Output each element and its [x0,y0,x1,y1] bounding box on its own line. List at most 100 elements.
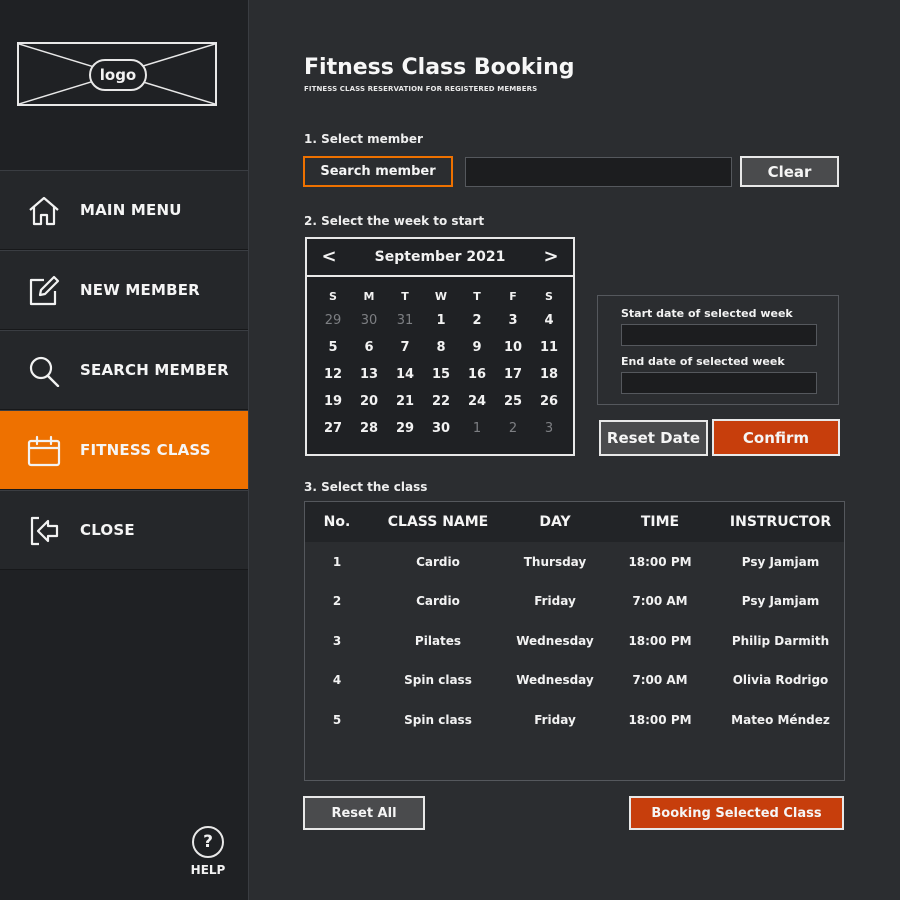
calendar-day[interactable]: 3 [495,313,531,328]
calendar-day[interactable]: 27 [315,421,351,436]
weekday-label: T [473,289,481,303]
calendar-day[interactable]: 19 [315,394,351,409]
calendar-week-row[interactable]: 5 6 7 8 9 10 11 [315,334,567,361]
calendar-day[interactable]: 1 [423,313,459,328]
sidebar-item-label: FITNESS CLASS [80,441,211,459]
sidebar-item-new-member[interactable]: NEW MEMBER [0,250,248,330]
table-cell: 1 [332,554,342,569]
sidebar-item-fitness-class[interactable]: FITNESS CLASS [0,410,248,490]
column-header: INSTRUCTOR [729,514,832,530]
member-field[interactable] [465,157,732,187]
weekday-label: F [509,289,517,303]
sidebar-nav: MAIN MENU NEW MEMBER SEARCH MEMBER FITNE… [0,170,248,570]
calendar-day[interactable]: 4 [531,313,567,328]
calendar-day[interactable]: 2 [495,421,531,436]
weekday-label: S [329,289,337,303]
end-date-label: End date of selected week [621,355,785,368]
weekday-label: M [363,289,375,303]
calendar-day[interactable]: 5 [315,340,351,355]
table-cell: 3 [332,633,342,648]
table-row[interactable]: 1 Cardio Thursday 18:00 PM Psy Jamjam [305,542,844,582]
sidebar-item-close[interactable]: CLOSE [0,490,248,570]
table-header: No. CLASS NAME DAY TIME INSTRUCTOR [305,502,844,542]
calendar-day[interactable]: 11 [531,340,567,355]
column-header: No. [323,514,351,530]
sidebar-item-label: SEARCH MEMBER [80,361,229,379]
calendar-grid: S M T W T F S 29 30 31 1 2 3 4 5 6 7 8 9 10 11 12 13 14 15 16 17 18… [315,285,567,442]
step1-label: 1. Select member [304,132,423,146]
help-button[interactable]: ? HELP [188,826,228,877]
column-header: TIME [640,514,680,530]
calendar-day[interactable]: 8 [423,340,459,355]
sidebar-item-main-menu[interactable]: MAIN MENU [0,170,248,250]
table-cell: 18:00 PM [628,554,692,569]
home-icon [29,196,59,226]
table-cell: Cardio [416,554,460,569]
calendar-day[interactable]: 13 [351,367,387,382]
calendar-day[interactable]: 21 [387,394,423,409]
confirm-button[interactable]: Confirm [712,419,840,456]
calendar-day[interactable]: 9 [459,340,495,355]
search-icon [29,356,60,387]
calendar-weekday-row: SMTWTFS [315,285,567,307]
calendar-day[interactable]: 29 [387,421,423,436]
table-row[interactable]: 3 Pilates Wednesday 18:00 PM Philip Darmith [305,621,844,661]
calendar-day[interactable]: 7 [387,340,423,355]
table-row[interactable]: 5 Spin class Friday 18:00 PM Mateo Méndez [305,700,844,740]
table-cell: Philip Darmith [731,633,830,648]
calendar-day[interactable]: 15 [423,367,459,382]
logout-icon [30,516,59,546]
table-cell: Thursday [523,554,587,569]
calendar-day[interactable]: 30 [351,313,387,328]
table-cell: Cardio [416,594,460,609]
table-cell: Mateo Méndez [731,712,830,727]
calendar-day[interactable]: 17 [495,367,531,382]
sidebar-item-search-member[interactable]: SEARCH MEMBER [0,330,248,410]
calendar-day[interactable]: 29 [315,313,351,328]
weekday-label: S [545,289,553,303]
calendar-day[interactable]: 26 [531,394,567,409]
calendar-week-row[interactable]: 29 30 31 1 2 3 4 [315,307,567,334]
calendar-day[interactable]: 12 [315,367,351,382]
sidebar-item-label: CLOSE [80,521,135,539]
calendar-day[interactable]: 10 [495,340,531,355]
calendar-week-row[interactable]: 12 13 14 15 16 17 18 [315,361,567,388]
column-header: CLASS NAME [387,514,489,530]
weekday-label: W [434,289,448,303]
table-body: 1 Cardio Thursday 18:00 PM Psy Jamjam 2 Cardio… [305,542,844,740]
calendar-day[interactable]: 6 [351,340,387,355]
calendar-day[interactable]: 20 [351,394,387,409]
week-calendar: < September 2021 > S M T W T F S 29 30 31 1 2 3 4 5 6 7 8… [305,237,575,456]
table-row[interactable]: 2 Cardio Friday 7:00 AM Psy Jamjam [305,582,844,622]
calendar-day[interactable]: 3 [531,421,567,436]
calendar-day[interactable]: 28 [351,421,387,436]
table-row[interactable]: 4 Spin class Wednesday 7:00 AM Olivia Rodrig… [305,661,844,701]
reset-all-button[interactable]: Reset All [303,796,425,830]
weekday-label: T [401,289,409,303]
start-date-label: Start date of selected week [621,307,793,320]
calendar-day[interactable]: 24 [459,394,495,409]
calendar-day[interactable]: 1 [459,421,495,436]
calendar-day[interactable]: 14 [387,367,423,382]
chevron-right-icon[interactable]: > [541,246,561,267]
calendar-day[interactable]: 18 [531,367,567,382]
calendar-week-row[interactable]: 19 20 21 22 24 25 26 [315,388,567,415]
calendar-icon [27,435,61,467]
chevron-left-icon[interactable]: < [319,246,339,267]
calendar-day[interactable]: 2 [459,313,495,328]
table-cell: 5 [332,712,342,727]
reset-date-button[interactable]: Reset Date [599,420,708,456]
calendar-day[interactable]: 25 [495,394,531,409]
clear-button[interactable]: Clear [740,156,839,187]
calendar-day[interactable]: 30 [423,421,459,436]
calendar-day[interactable]: 16 [459,367,495,382]
calendar-week-row[interactable]: 27 28 29 30 1 2 3 [315,415,567,442]
calendar-day[interactable]: 31 [387,313,423,328]
search-member-button[interactable]: Search member [303,156,453,187]
start-date-field[interactable] [621,324,817,346]
book-class-button[interactable]: Booking Selected Class [629,796,844,830]
calendar-day[interactable]: 22 [423,394,459,409]
table-cell: Friday [534,712,576,727]
end-date-field[interactable] [621,372,817,394]
help-label: HELP [190,863,226,877]
